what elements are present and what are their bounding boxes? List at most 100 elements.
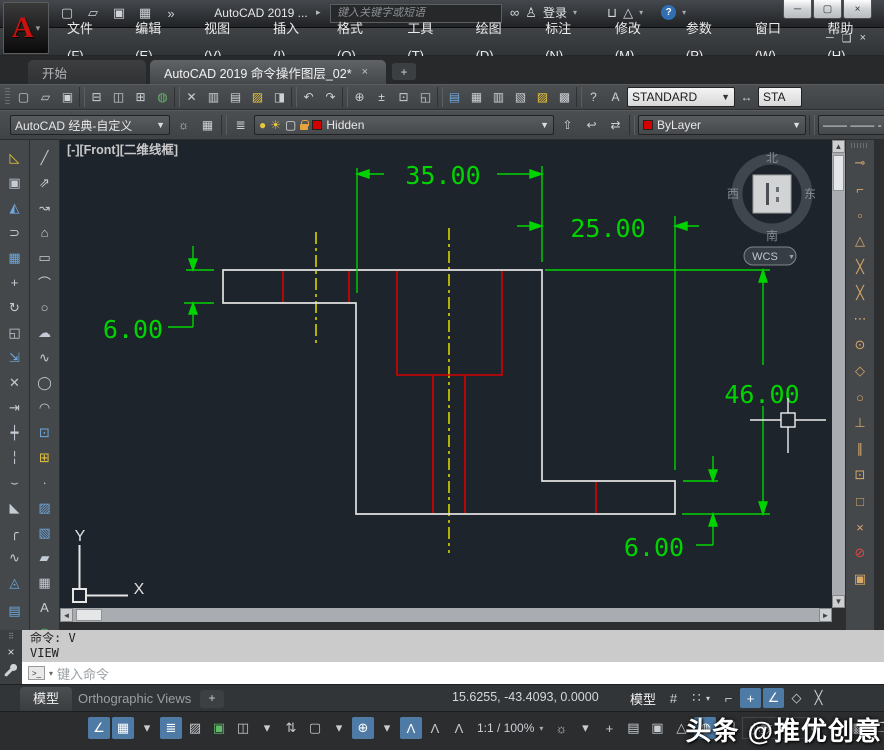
scroll-left-icon[interactable]: ◄ bbox=[60, 608, 73, 622]
mtext-icon[interactable]: A bbox=[33, 595, 57, 620]
snap-center-icon[interactable]: ⊙ bbox=[848, 332, 872, 358]
annotation-autoscale-icon[interactable]: Λ bbox=[424, 717, 446, 739]
circle-icon[interactable]: ○ bbox=[33, 295, 57, 320]
polyline-icon[interactable]: ↝ bbox=[33, 195, 57, 220]
scroll-up-icon[interactable]: ▲ bbox=[832, 140, 845, 153]
doc-restore-icon[interactable]: ❏ bbox=[842, 32, 852, 45]
vertical-scrollbar[interactable]: ▲ ▼ bbox=[832, 140, 845, 608]
infer-constraints-icon[interactable]: ∠ bbox=[88, 717, 110, 739]
snap-from-icon[interactable]: ⌐ bbox=[848, 176, 872, 202]
array-icon[interactable]: ▦ bbox=[3, 245, 27, 270]
block-editor-icon[interactable]: ◨ bbox=[269, 87, 290, 107]
save-icon[interactable]: ▣ bbox=[57, 87, 78, 107]
annotation-person-icon[interactable]: Λ bbox=[448, 717, 470, 739]
move-icon[interactable]: + bbox=[3, 270, 27, 295]
stretch-icon[interactable]: ⇲ bbox=[3, 345, 27, 370]
layer-on-bulb-icon[interactable]: ● bbox=[259, 118, 266, 132]
selection-cycling-icon[interactable]: ▣ bbox=[208, 717, 230, 739]
match-properties-icon[interactable]: ▨ bbox=[247, 87, 268, 107]
snap-perpendicular-icon[interactable]: ⊥ bbox=[848, 410, 872, 436]
toolbar-grip[interactable] bbox=[5, 88, 10, 106]
osnap-settings-icon[interactable]: ▣ bbox=[848, 566, 872, 592]
ellipse-icon[interactable]: ◯ bbox=[33, 370, 57, 395]
text-style-select[interactable]: STANDARD▼ bbox=[627, 87, 735, 107]
quick-properties-icon[interactable]: ▤ bbox=[622, 717, 644, 739]
paste-icon[interactable]: ▤ bbox=[225, 87, 246, 107]
isodraft-icon[interactable]: ◇ bbox=[786, 688, 807, 708]
color-select[interactable]: ByLayer ▼ bbox=[638, 115, 806, 135]
construction-line-icon[interactable]: ⇗ bbox=[33, 170, 57, 195]
toolbar-grip[interactable] bbox=[851, 143, 869, 148]
command-customize-wrench-icon[interactable] bbox=[4, 663, 18, 677]
threed-osnap-drop-icon[interactable]: ▾ bbox=[256, 717, 278, 739]
viewcube-west[interactable]: 西 bbox=[727, 187, 739, 201]
workspace-select[interactable]: AutoCAD 经典-自定义▼ bbox=[10, 115, 170, 135]
layer-vp-freeze-icon[interactable]: ▢ bbox=[285, 118, 296, 132]
layer-states-icon[interactable]: ⇄ bbox=[605, 115, 626, 135]
chevron-down-icon[interactable]: ▾ bbox=[703, 688, 713, 708]
layer-properties-icon[interactable]: ≣ bbox=[230, 115, 251, 135]
temp-track-point-icon[interactable]: ⊸ bbox=[848, 150, 872, 176]
lineweight-icon[interactable]: ≣ bbox=[160, 717, 182, 739]
lock-ui-icon[interactable]: ▣ bbox=[646, 717, 668, 739]
workspace-settings-icon[interactable]: ☼ bbox=[173, 115, 194, 135]
annotation-scale-button[interactable]: 1:1 / 100%▾ bbox=[472, 717, 548, 739]
snap-quadrant-icon[interactable]: ◇ bbox=[848, 358, 872, 384]
polar-tracking-icon[interactable]: ∠ bbox=[763, 688, 784, 708]
pan-icon[interactable]: ⊕ bbox=[349, 87, 370, 107]
doc-minimize-icon[interactable]: ─ bbox=[826, 32, 834, 45]
scroll-right-icon[interactable]: ► bbox=[819, 608, 832, 622]
horizontal-scroll-thumb[interactable] bbox=[76, 609, 102, 621]
tab-active-drawing[interactable]: AutoCAD 2019 命令操作图层_02* × bbox=[150, 60, 386, 84]
doc-close-icon[interactable]: × bbox=[860, 32, 866, 45]
snap-mode-drop-icon[interactable]: ▾ bbox=[136, 717, 158, 739]
workspace-save-icon[interactable]: ▦ bbox=[197, 115, 218, 135]
hatch-icon[interactable]: ▨ bbox=[33, 495, 57, 520]
separator[interactable] bbox=[291, 87, 297, 107]
cut-icon[interactable]: ✕ bbox=[181, 87, 202, 107]
join-icon[interactable]: ⌣ bbox=[3, 470, 27, 495]
model-space-button[interactable]: 模型 bbox=[626, 689, 660, 708]
gear-drop-icon[interactable]: ▾ bbox=[574, 717, 596, 739]
viewcube-north[interactable]: 北 bbox=[766, 151, 778, 165]
object-snap-tracking-icon[interactable]: ╳ bbox=[808, 688, 829, 708]
crosshair-icon[interactable]: + bbox=[598, 717, 620, 739]
layer-select[interactable]: ● ☀ ▢ Hidden ▼ bbox=[254, 115, 554, 135]
blend-curves-icon[interactable]: ∿ bbox=[3, 545, 27, 570]
separator[interactable] bbox=[174, 87, 180, 107]
viewcube[interactable]: 北 南 西 东 bbox=[727, 151, 816, 243]
layout-tab-add-button[interactable]: + bbox=[200, 690, 224, 708]
selection-filter-drop-icon[interactable]: ▾ bbox=[328, 717, 350, 739]
batch-plot-icon[interactable]: ⊞ bbox=[130, 87, 151, 107]
sheetset-manager-icon[interactable]: ▧ bbox=[510, 87, 531, 107]
mirror-icon[interactable]: ◭ bbox=[3, 195, 27, 220]
scroll-down-icon[interactable]: ▼ bbox=[832, 595, 845, 608]
rectangle-icon[interactable]: ▭ bbox=[33, 245, 57, 270]
make-object-layer-current-icon[interactable]: ⇧ bbox=[557, 115, 578, 135]
vertical-scroll-thumb[interactable] bbox=[833, 155, 844, 191]
horizontal-scrollbar[interactable]: ◄ ► bbox=[60, 608, 832, 622]
tab-close-icon[interactable]: × bbox=[362, 66, 368, 78]
properties-palette-icon[interactable]: ▤ bbox=[444, 87, 465, 107]
markup-icon[interactable]: ▨ bbox=[532, 87, 553, 107]
wcs-button[interactable]: WCS ▼ bbox=[744, 247, 796, 265]
plot-preview-icon[interactable]: ◫ bbox=[108, 87, 129, 107]
layer-previous-icon[interactable]: ↩ bbox=[581, 115, 602, 135]
trim-icon[interactable]: ✕ bbox=[3, 370, 27, 395]
dynamic-input-icon[interactable]: ⌐ bbox=[718, 688, 739, 708]
publish-web-icon[interactable]: ◍ bbox=[152, 87, 173, 107]
command-close-icon[interactable]: × bbox=[7, 645, 14, 659]
app-logo-button[interactable]: A ▾ bbox=[3, 2, 49, 54]
quickcalc-icon[interactable]: ▩ bbox=[554, 87, 575, 107]
tool-palettes-icon[interactable]: ▥ bbox=[488, 87, 509, 107]
region-icon[interactable]: ▰ bbox=[33, 545, 57, 570]
gradient-icon[interactable]: ▧ bbox=[33, 520, 57, 545]
separator[interactable] bbox=[79, 87, 85, 107]
undo-icon[interactable]: ↶ bbox=[298, 87, 319, 107]
selection-filter-icon[interactable]: ▢ bbox=[304, 717, 326, 739]
viewcube-south[interactable]: 南 bbox=[766, 228, 778, 243]
fillet-icon[interactable]: ╭ bbox=[3, 520, 27, 545]
gizmo-drop-icon[interactable]: ▾ bbox=[376, 717, 398, 739]
arc-icon[interactable]: ⌒ bbox=[33, 270, 57, 295]
copy-icon[interactable]: ▣ bbox=[3, 170, 27, 195]
